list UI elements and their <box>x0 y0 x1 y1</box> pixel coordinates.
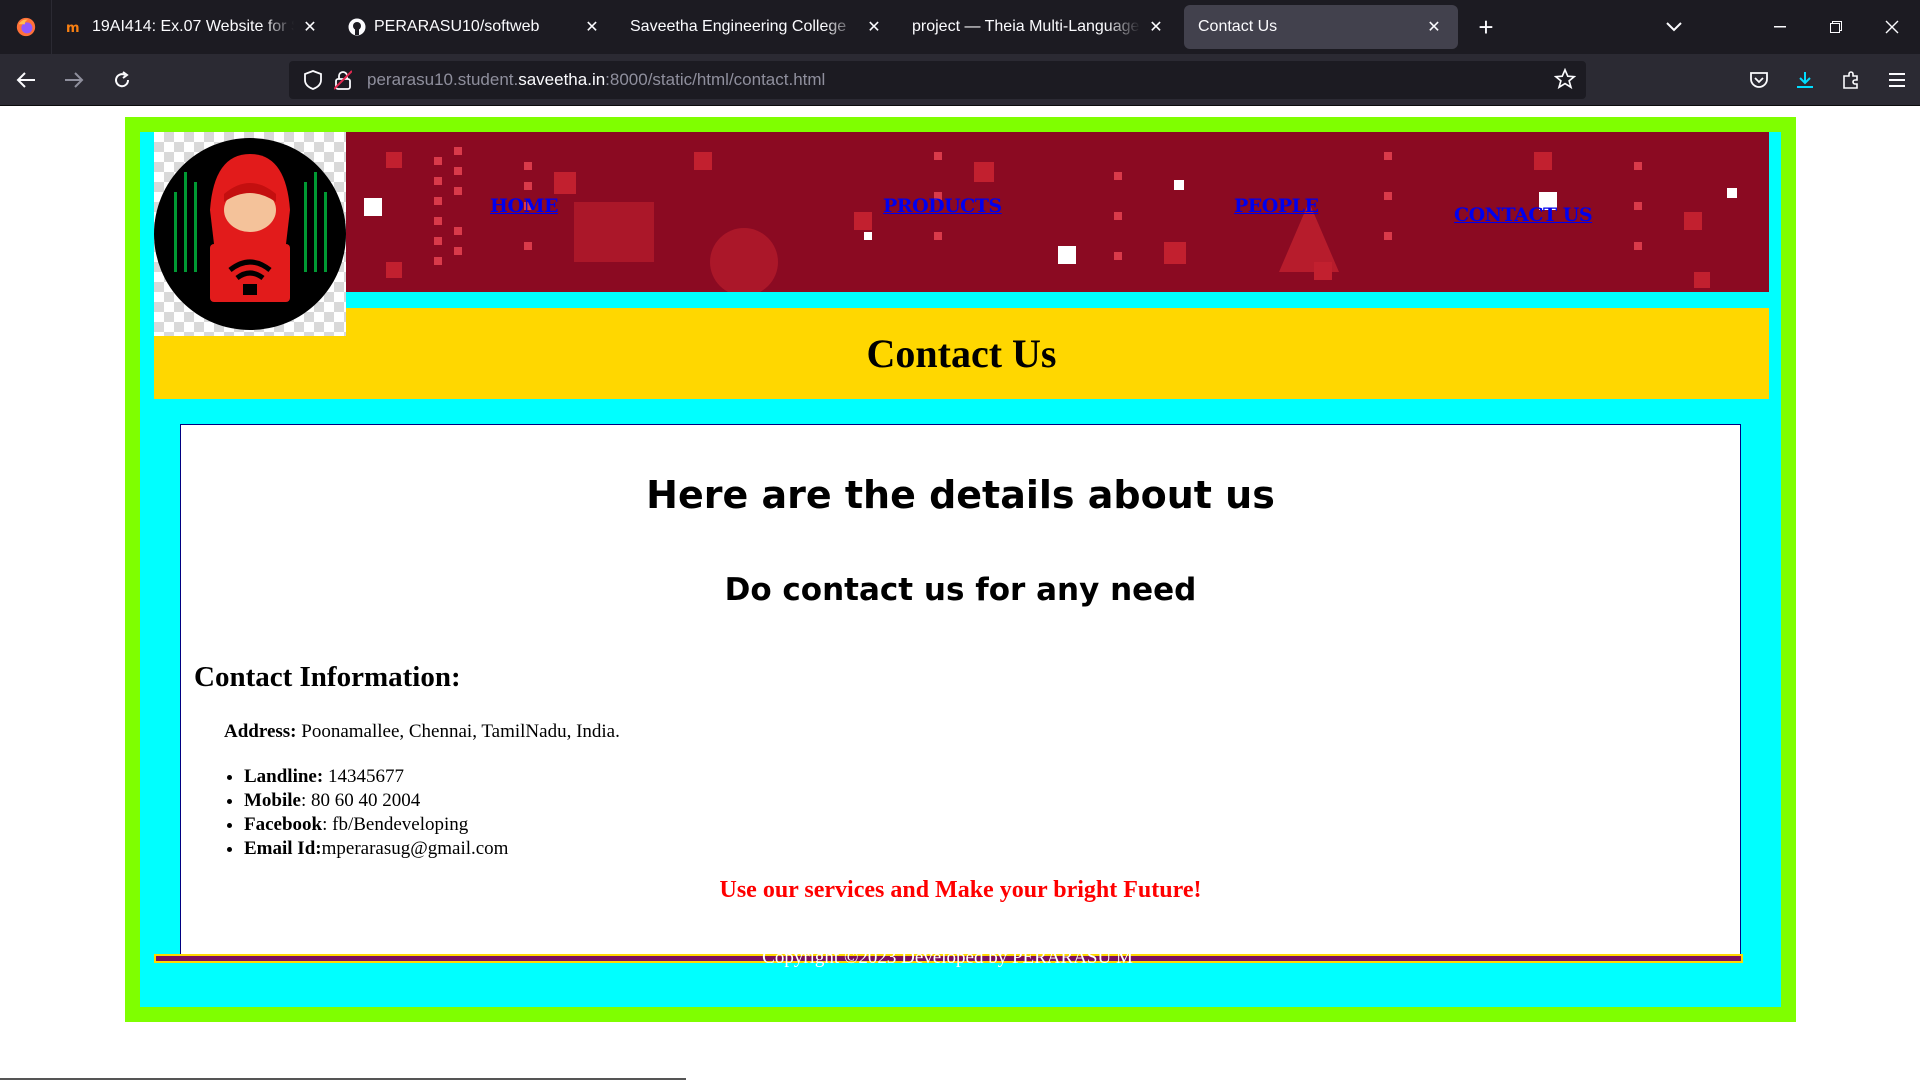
close-icon[interactable]: ✕ <box>1424 17 1444 37</box>
svg-text:m: m <box>66 21 80 34</box>
tab-github[interactable]: PERARASU10/softweb ✕ <box>334 5 616 49</box>
nav-link-people[interactable]: PEOPLE <box>1234 195 1319 217</box>
tab-title: Saveetha Engineering College <box>630 18 847 35</box>
restore-icon[interactable] <box>1808 0 1864 54</box>
address-label: Address: <box>224 721 297 742</box>
hacker-logo-image <box>154 132 346 336</box>
tab-bar: m 19AI414: Ex.07 Website for Software De… <box>0 0 1920 54</box>
nav-link-home[interactable]: HOME <box>490 195 559 217</box>
url-text[interactable]: perarasu10.student.saveetha.in:8000/stat… <box>367 70 825 90</box>
address-value: Poonamallee, Chennai, TamilNadu, India. <box>296 721 620 742</box>
contact-info-title: Contact Information: <box>194 661 461 693</box>
tab-title: project — Theia Multi-Language Explorer <box>912 18 1140 35</box>
insecure-lock-icon[interactable] <box>331 68 355 92</box>
close-icon[interactable]: ✕ <box>300 17 320 37</box>
tab-title: PERARASU10/softweb <box>374 18 540 35</box>
contact-subheading: Do contact us for any need <box>724 572 1197 608</box>
download-icon[interactable] <box>1782 54 1828 106</box>
details-heading: Here are the details about us <box>646 473 1275 517</box>
page-title-bar: Contact Us <box>154 308 1769 399</box>
page-container: HOME PRODUCTS PEOPLE CONTACT US Contact … <box>140 132 1781 1007</box>
footer-copyright: Copyright ©2023 Developed by PERARASU M <box>762 947 1133 968</box>
firefox-logo-icon[interactable] <box>0 0 52 54</box>
reload-icon[interactable] <box>100 62 144 98</box>
shield-icon[interactable] <box>301 68 325 92</box>
toolbar-right <box>1736 54 1920 106</box>
moodle-icon: m <box>66 18 84 36</box>
nav-link-products[interactable]: PRODUCTS <box>883 195 1002 217</box>
page-title: Contact Us <box>866 331 1057 376</box>
pocket-icon[interactable] <box>1736 54 1782 106</box>
address-bar[interactable]: perarasu10.student.saveetha.in:8000/stat… <box>289 61 1586 99</box>
contact-list: Landline: 14345677 Mobile: 80 60 40 2004… <box>244 765 508 861</box>
menu-icon[interactable] <box>1874 54 1920 106</box>
extensions-icon[interactable] <box>1828 54 1874 106</box>
tab-contact-us[interactable]: Contact Us ✕ <box>1184 5 1458 49</box>
minimize-icon[interactable] <box>1752 0 1808 54</box>
forward-arrow-icon[interactable] <box>52 62 96 98</box>
content-box: Here are the details about us Do contact… <box>180 424 1741 954</box>
close-icon[interactable]: ✕ <box>1146 17 1166 37</box>
tab-theia[interactable]: project — Theia Multi-Language Explorer … <box>898 5 1180 49</box>
nav-link-contact-us[interactable]: CONTACT US <box>1454 204 1593 226</box>
web-page: HOME PRODUCTS PEOPLE CONTACT US Contact … <box>0 107 1920 1080</box>
tab-title: Contact Us <box>1198 18 1278 35</box>
list-item: Facebook: fb/Bendeveloping <box>244 813 508 837</box>
chevron-down-icon[interactable] <box>1656 10 1692 44</box>
close-icon[interactable]: ✕ <box>582 17 602 37</box>
tab-exercise[interactable]: m 19AI414: Ex.07 Website for Software De… <box>52 5 334 49</box>
window-controls <box>1752 0 1920 54</box>
back-arrow-icon[interactable] <box>4 62 48 98</box>
page-border: HOME PRODUCTS PEOPLE CONTACT US Contact … <box>125 117 1796 1022</box>
bookmark-star-icon[interactable] <box>1553 67 1577 95</box>
github-icon <box>348 18 366 36</box>
slogan-text: Use our services and Make your bright Fu… <box>719 877 1202 903</box>
list-item: Landline: 14345677 <box>244 765 508 789</box>
close-icon[interactable]: ✕ <box>864 17 884 37</box>
list-item: Email Id:mperarasug@gmail.com <box>244 837 508 861</box>
tab-title: 19AI414: Ex.07 Website for Software Deve… <box>92 18 294 35</box>
address-line: Address: Poonamallee, Chennai, TamilNadu… <box>224 721 620 743</box>
tab-saveetha[interactable]: Saveetha Engineering College ✕ <box>616 5 898 49</box>
list-item: Mobile: 80 60 40 2004 <box>244 789 508 813</box>
header-banner: HOME PRODUCTS PEOPLE CONTACT US <box>154 132 1769 292</box>
close-window-icon[interactable] <box>1864 0 1920 54</box>
new-tab-button[interactable]: + <box>1466 7 1506 47</box>
navigation-bar: perarasu10.student.saveetha.in:8000/stat… <box>0 54 1920 106</box>
